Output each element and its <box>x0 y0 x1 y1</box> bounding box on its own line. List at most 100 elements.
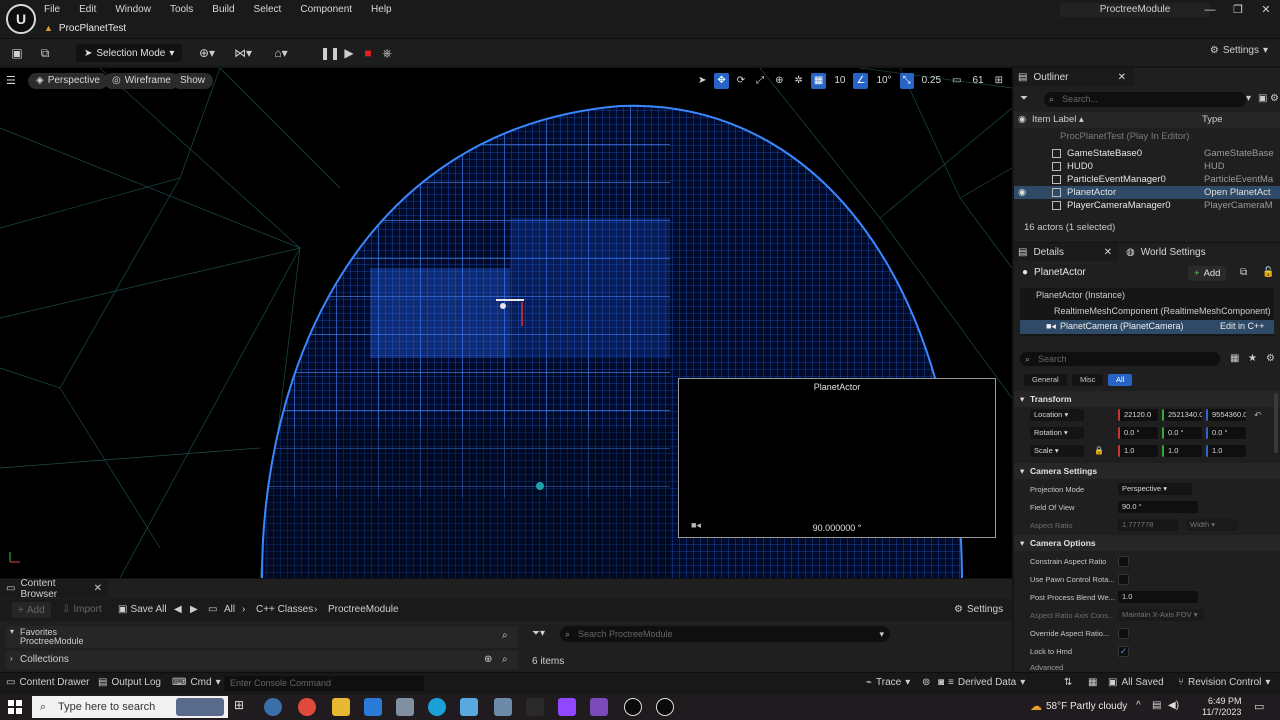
browse-icon[interactable]: ⧉ <box>36 45 54 61</box>
location-dropdown[interactable]: Location ▾ <box>1030 409 1084 421</box>
add-button[interactable]: + Add <box>12 602 51 618</box>
stop-icon[interactable]: ■ <box>359 45 377 61</box>
world-local-icon[interactable]: ⊕ <box>772 73 786 89</box>
world-settings-tab[interactable]: ◍ World Settings <box>1122 243 1252 261</box>
outliner-row-selected[interactable]: ◉ PlanetActor Open PlanetAct <box>1014 186 1280 199</box>
menu-edit[interactable]: Edit <box>79 4 96 15</box>
eject-icon[interactable]: ⎈ <box>378 45 396 61</box>
pawn-rotation-checkbox[interactable] <box>1118 574 1129 585</box>
translate-tool-icon[interactable]: ✥ <box>714 73 729 89</box>
scale-x-field[interactable]: 1.0 <box>1118 445 1158 457</box>
unreal-logo-icon[interactable]: U <box>6 4 36 34</box>
rotation-dropdown[interactable]: Rotation ▾ <box>1030 427 1084 439</box>
chevron-down-icon[interactable]: ▾ <box>1246 93 1251 104</box>
task-view-icon[interactable]: ⊞ <box>234 698 244 712</box>
location-y-field[interactable]: 2521340.0 <box>1162 409 1202 421</box>
photos-icon[interactable] <box>460 698 478 716</box>
level-viewport[interactable]: ☰ ◈ Perspective ◎ Wireframe Show ➤ ✥ ⟳ ⤢… <box>0 68 1012 578</box>
notifications-icon[interactable]: ▭ <box>1254 700 1264 713</box>
instance-label[interactable]: PlanetActor (Instance) <box>1036 290 1125 300</box>
select-tool-icon[interactable]: ➤ <box>695 73 709 89</box>
content-browser-tab[interactable]: ▭ Content Browser ✕ <box>0 578 108 600</box>
selected-component[interactable]: ■◂ PlanetCamera (PlanetCamera) Edit in C… <box>1020 320 1274 334</box>
lock-icon[interactable]: 🔒 <box>1094 446 1104 455</box>
outliner-row[interactable]: ParticleEventManager0 ParticleEventMa <box>1014 173 1280 186</box>
menu-component[interactable]: Component <box>300 4 352 15</box>
scale-snap-value[interactable]: 0.25 <box>919 73 944 89</box>
add-component-button[interactable]: + Add <box>1188 266 1227 281</box>
rotation-z-field[interactable]: 0.0 ° <box>1206 427 1246 439</box>
close-icon[interactable]: ✕ <box>1118 72 1126 83</box>
maximize-icon[interactable]: ❐ <box>1224 3 1252 17</box>
scale-snap-icon[interactable]: ⤡ <box>899 73 914 89</box>
windows-start-icon[interactable] <box>8 700 22 714</box>
axis-constraint-dropdown[interactable]: Maintain X-Axis FOV ▾ <box>1118 609 1204 621</box>
teams-icon[interactable] <box>264 698 282 716</box>
edge-icon[interactable] <box>428 698 446 716</box>
section-camera-options[interactable]: ▾ Camera Options <box>1014 535 1280 551</box>
menu-help[interactable]: Help <box>371 4 392 15</box>
override-aspect-checkbox[interactable] <box>1118 628 1129 639</box>
import-button[interactable]: ⇩ Import <box>62 604 102 615</box>
edit-cpp-link[interactable]: Edit in C++ <box>1220 321 1265 331</box>
location-z-field[interactable]: 9554360.0 <box>1206 409 1246 421</box>
outliner-world-row[interactable]: ProcPlanetTest (Play In Editor) <box>1014 130 1280 143</box>
record-icon[interactable]: ⊚ <box>922 677 930 688</box>
close-icon[interactable]: ✕ <box>1104 247 1112 258</box>
scale-y-field[interactable]: 1.0 <box>1162 445 1202 457</box>
wireframe-button[interactable]: ◎ Wireframe <box>104 73 179 89</box>
col-type[interactable]: Type <box>1202 114 1223 125</box>
notepad-icon[interactable] <box>494 698 512 716</box>
fov-field[interactable]: 90.0 ° <box>1118 501 1198 513</box>
unreal-taskbar-icon-2[interactable] <box>656 698 674 716</box>
blueprint-icon[interactable]: ⧉ <box>1240 267 1247 278</box>
col-item-label[interactable]: Item Label ▴ <box>1032 114 1084 125</box>
selection-mode-dropdown[interactable]: ➤ Selection Mode ▾ <box>76 44 183 62</box>
pen-icon[interactable] <box>526 698 544 716</box>
section-transform[interactable]: ▾ Transform <box>1014 391 1280 407</box>
add-folder-icon[interactable]: ▣ <box>1258 93 1267 104</box>
menu-select[interactable]: Select <box>254 4 282 15</box>
network-icon[interactable]: ▤ <box>1152 700 1161 711</box>
outliner-row-type[interactable]: Open PlanetAct <box>1204 186 1274 199</box>
close-icon[interactable]: ✕ <box>94 583 102 594</box>
all-saved-indicator[interactable]: ▣ All Saved <box>1108 677 1164 688</box>
trace-dropdown[interactable]: ⌁ Trace ▾ <box>866 677 910 688</box>
outliner-search-input[interactable]: ⌕ Search... <box>1044 92 1246 107</box>
cmd-dropdown[interactable]: ⌨ Cmd ▾ <box>172 677 221 688</box>
content-drawer-button[interactable]: ▭ Content Drawer <box>6 677 89 688</box>
aspect-ratio-field[interactable]: 1.777778 <box>1118 519 1178 531</box>
search-highlight-icon[interactable] <box>176 698 224 716</box>
search-icon[interactable]: ⌕ <box>502 630 508 641</box>
menu-build[interactable]: Build <box>212 4 234 15</box>
favorite-item[interactable]: ProctreeModule <box>20 636 84 646</box>
settings-button[interactable]: ⚙ Settings ▾ <box>1210 45 1268 56</box>
save-icon[interactable]: ▣ <box>8 45 26 61</box>
rotation-snap-icon[interactable]: ∠ <box>853 73 869 89</box>
visibility-icon[interactable]: ◉ <box>1018 114 1026 125</box>
details-scrollbar[interactable] <box>1274 393 1278 453</box>
blueprint-icon[interactable]: ⋈▾ <box>232 45 254 61</box>
gear-icon[interactable]: ⚙ <box>1266 353 1275 364</box>
aspect-unit-dropdown[interactable]: Width ▾ <box>1186 519 1238 531</box>
lock-hmd-checkbox-checked[interactable]: ✓ <box>1118 646 1129 657</box>
show-button[interactable]: Show <box>172 73 214 89</box>
outliner-row[interactable]: GameStateBase0 GameStateBase <box>1014 147 1280 160</box>
camera-speed-value[interactable]: 61 <box>969 73 986 89</box>
menu-file[interactable]: File <box>44 4 60 15</box>
surface-snap-icon[interactable]: ✲ <box>792 73 806 89</box>
viewport-layout-icon[interactable]: ⊞ <box>992 73 1006 89</box>
add-collection-icon[interactable]: ⊕ <box>484 654 492 665</box>
section-camera-settings[interactable]: ▾ Camera Settings <box>1014 463 1280 479</box>
scale-dropdown[interactable]: Scale ▾ <box>1030 445 1084 457</box>
outliner-row[interactable]: HUD0 HUD <box>1014 160 1280 173</box>
perspective-button[interactable]: ◈ Perspective <box>28 73 108 89</box>
camera-speed-icon[interactable]: ▭ <box>949 73 964 89</box>
details-tab[interactable]: ▤ Details ✕ <box>1014 243 1118 261</box>
visual-studio-icon[interactable] <box>590 698 608 716</box>
close-icon[interactable]: ✕ <box>1252 3 1280 17</box>
source-control-icon[interactable]: ⇅ <box>1064 677 1072 688</box>
unreal-taskbar-icon[interactable] <box>624 698 642 716</box>
constrain-checkbox[interactable] <box>1118 556 1129 567</box>
revision-control-dropdown[interactable]: ⑂ Revision Control ▾ <box>1178 677 1270 688</box>
